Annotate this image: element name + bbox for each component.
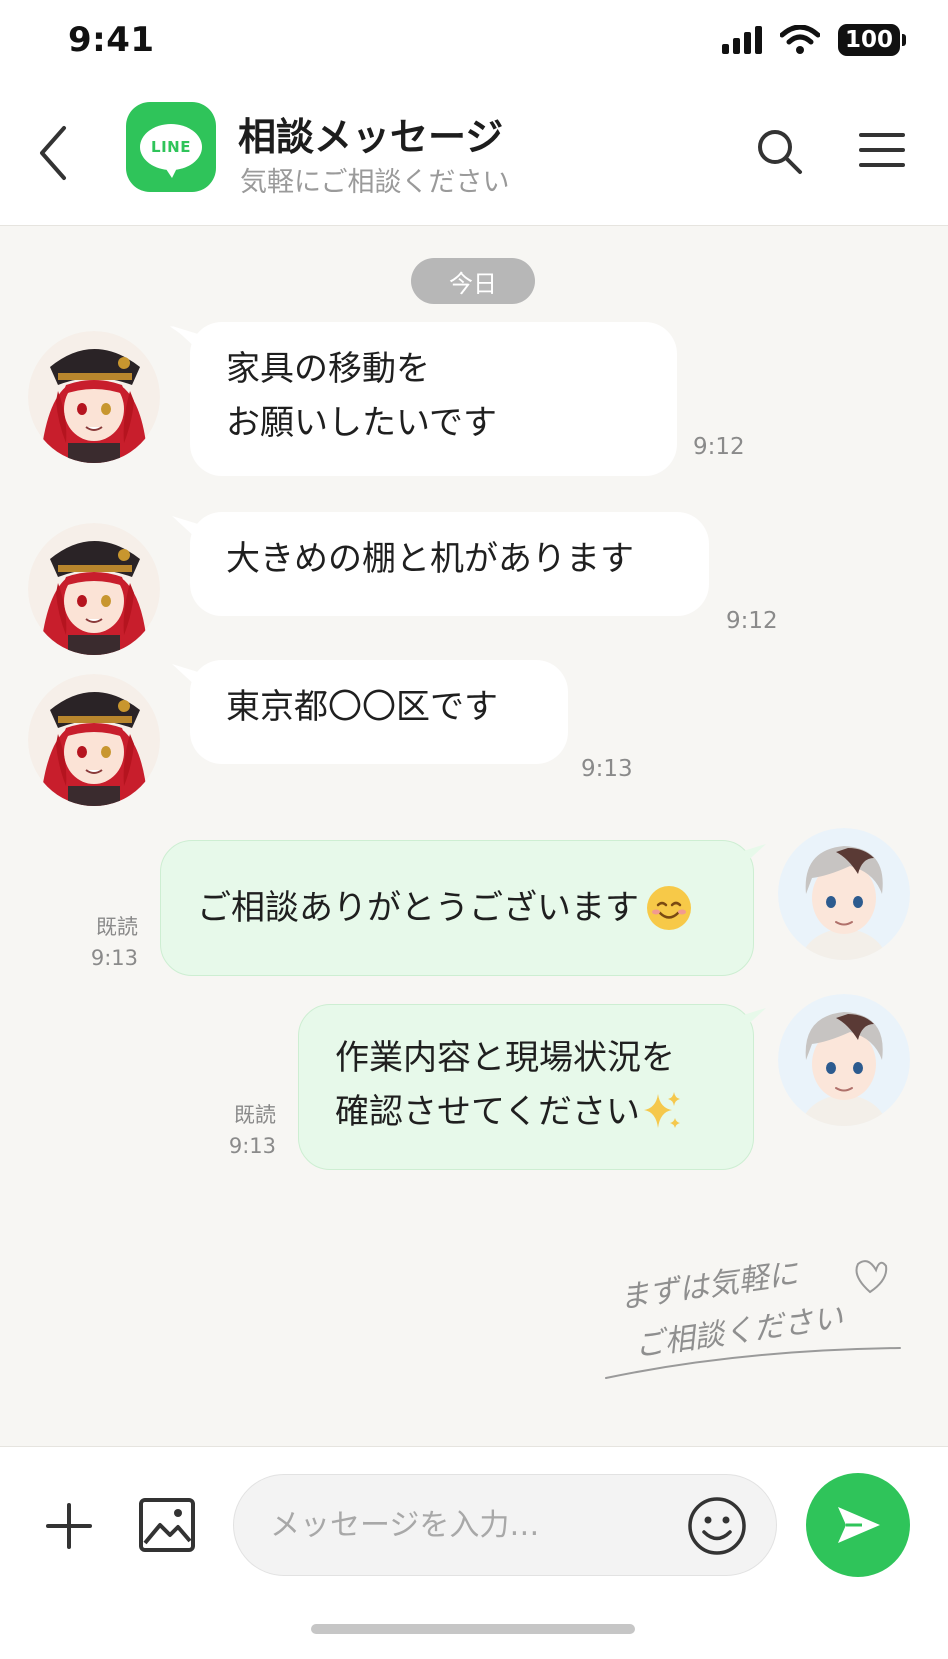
send-icon: [838, 1507, 880, 1543]
wifi-icon: [780, 25, 820, 54]
message-time: 9:12: [726, 608, 778, 634]
bubble-tail: [740, 844, 766, 868]
avatar[interactable]: [778, 828, 910, 960]
message-bubble-incoming[interactable]: 東京都〇〇区です: [190, 660, 568, 764]
date-chip: 今日: [411, 258, 535, 304]
message-line: 確認させてください: [335, 1085, 717, 1139]
message-bubble-outgoing[interactable]: 作業内容と現場状況を 確認させてください: [298, 1004, 754, 1170]
avatar[interactable]: [28, 523, 160, 655]
message-time: 9:13: [90, 946, 138, 970]
battery-icon: 100: [838, 24, 906, 56]
signal-icon: [722, 26, 762, 54]
chat-header: LINE 相談メッセージ 気軽にご相談ください: [0, 84, 948, 226]
chat-area[interactable]: 今日 家具の移動を お願いしたいです 9:12 大きめの棚と机があります 9:1…: [0, 226, 948, 1446]
message-time: 9:13: [228, 1134, 276, 1158]
message-text: 作業内容と現場状況を: [335, 1038, 675, 1078]
page-subtitle: 気軽にご相談ください: [240, 167, 510, 198]
menu-icon[interactable]: [858, 130, 906, 170]
read-receipt: 既読 9:13: [68, 912, 138, 974]
image-icon[interactable]: [138, 1497, 196, 1553]
bubble-tail: [740, 1008, 766, 1032]
message-time: 9:12: [693, 434, 745, 460]
input-bar: [0, 1446, 948, 1659]
avatar[interactable]: [28, 331, 160, 463]
message-text: 東京都〇〇区です: [226, 687, 498, 727]
message-text: 家具の移動を: [226, 349, 430, 389]
message-text: 確認させてください: [335, 1092, 640, 1132]
page-title: 相談メッセージ: [238, 115, 504, 159]
line-logo: LINE: [126, 102, 216, 192]
message-text: ご相談ありがとうございます: [197, 888, 639, 928]
status-icons: 100: [722, 22, 906, 58]
message-bubble-outgoing[interactable]: ご相談ありがとうございます: [160, 840, 754, 976]
handwritten-note: まずは気軽に ご相談ください: [605, 1256, 901, 1379]
avatar[interactable]: [28, 674, 160, 806]
line-logo-text: LINE: [151, 138, 191, 156]
heart-icon: [855, 1260, 888, 1294]
message-bubble-incoming[interactable]: 家具の移動を お願いしたいです: [190, 322, 677, 476]
read-label: 既読: [96, 915, 138, 939]
home-indicator: [311, 1624, 635, 1634]
message-text: お願いしたいです: [226, 403, 497, 443]
avatar[interactable]: [778, 994, 910, 1126]
smiling-face-emoji-icon: [647, 886, 691, 930]
back-button[interactable]: [34, 118, 74, 188]
sparkles-emoji-icon: [643, 1092, 680, 1128]
search-icon[interactable]: [754, 126, 806, 178]
message-bubble-incoming[interactable]: 大きめの棚と机があります: [190, 512, 709, 616]
line-logo-bubble: LINE: [140, 124, 202, 178]
handwritten-note-line: まずは気軽に: [617, 1256, 802, 1316]
send-button[interactable]: [806, 1473, 910, 1577]
message-text: 大きめの棚と机があります: [226, 539, 634, 579]
read-label: 既読: [234, 1103, 276, 1127]
status-bar: 9:41 100: [0, 0, 948, 84]
message-time: 9:13: [581, 756, 633, 782]
status-time: 9:41: [68, 20, 155, 60]
read-receipt: 既読 9:13: [206, 1100, 276, 1162]
emoji-icon[interactable]: [686, 1495, 748, 1557]
plus-icon[interactable]: [44, 1501, 94, 1551]
